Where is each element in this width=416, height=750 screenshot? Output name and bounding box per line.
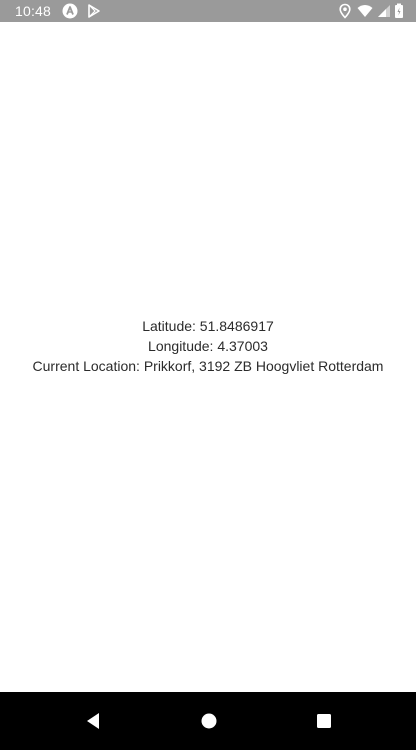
phone-screen: 10:48 Latitude: 51.8486917 Longitude: 4.… (0, 0, 416, 750)
location-pin-icon (337, 3, 353, 19)
navigation-bar (0, 692, 416, 750)
latitude-text: Latitude: 51.8486917 (142, 318, 274, 334)
longitude-text: Longitude: 4.37003 (148, 338, 268, 354)
main-content: Latitude: 51.8486917 Longitude: 4.37003 … (0, 22, 416, 692)
back-icon[interactable] (81, 709, 105, 733)
recents-icon[interactable] (312, 709, 336, 733)
battery-icon (393, 3, 405, 19)
current-location-text: Current Location: Prikkorf, 3192 ZB Hoog… (32, 358, 384, 374)
home-icon[interactable] (197, 709, 221, 733)
location-info: Latitude: 51.8486917 Longitude: 4.37003 … (0, 316, 416, 376)
app-a-icon (62, 3, 78, 19)
wifi-icon (357, 3, 373, 19)
signal-icon (375, 3, 391, 19)
play-store-icon (86, 3, 102, 19)
status-time: 10:48 (15, 3, 52, 19)
status-bar: 10:48 (0, 0, 416, 22)
